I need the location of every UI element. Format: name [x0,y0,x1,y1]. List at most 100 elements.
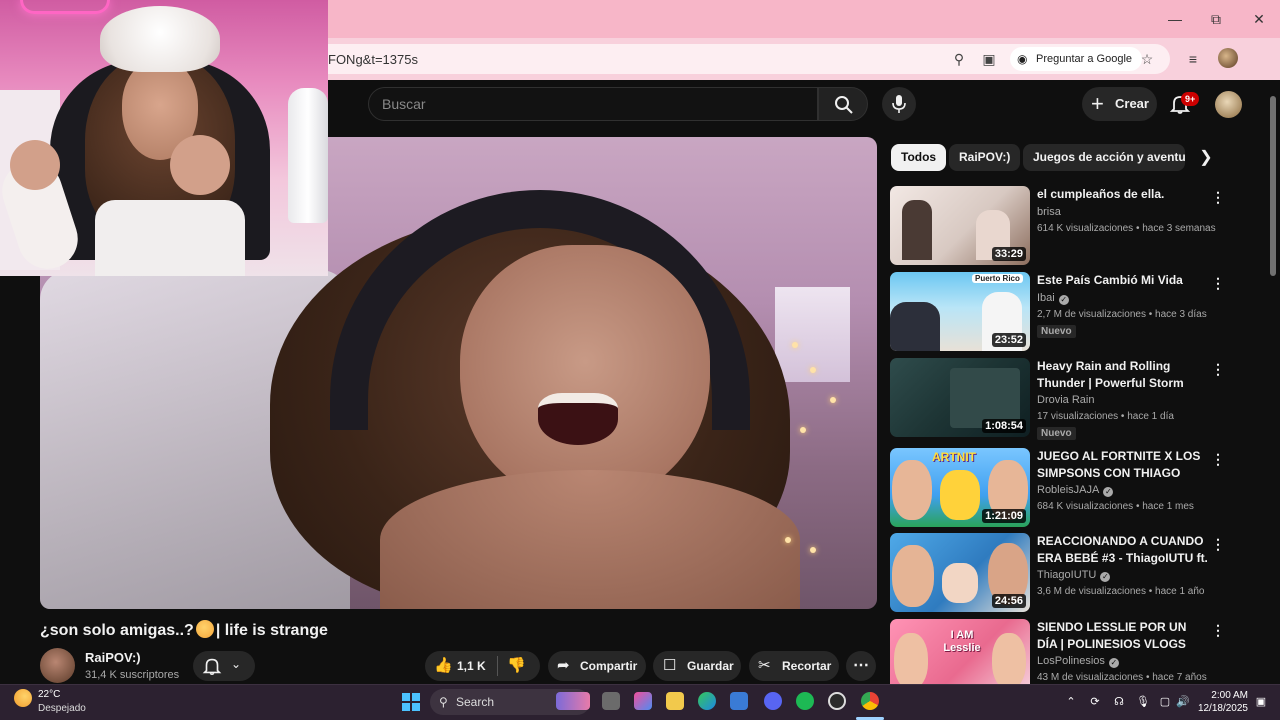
facecam-neon-light [20,0,110,14]
create-button[interactable]: + Crear [1082,87,1157,121]
scissors-icon: ✂ [758,657,771,674]
video-thumbnail[interactable]: 24:56 [890,533,1030,612]
channel-name[interactable]: RaiPOV:) [85,650,141,665]
rec-title[interactable]: REACCIONANDO A CUANDO ERA BEBÉ #3 - Thia… [1037,533,1209,567]
url-text[interactable]: FONg&t=1375s [328,52,418,67]
account-avatar[interactable] [1215,91,1242,118]
rec-channel[interactable]: brisa [1037,206,1061,218]
chip-channel[interactable]: RaiPOV:) [949,144,1021,171]
chip-all[interactable]: Todos [891,144,947,171]
minimize-icon[interactable]: — [1165,9,1185,29]
zoom-icon[interactable]: ⚲ [950,50,968,68]
search-icon [835,96,853,114]
page-scrollbar[interactable] [1268,86,1278,684]
headset-icon[interactable]: ☊ [1112,695,1126,709]
like-icon: 👍 [434,657,453,674]
dislike-icon[interactable]: 👎 [507,651,526,681]
like-button[interactable]: 👍 1,1 K 👎 [425,651,540,681]
video-thumbnail[interactable]: ARTNIT 1:21:09 [890,448,1030,527]
maximize-icon[interactable]: ⧉ [1206,9,1226,29]
spotify-icon[interactable] [796,692,814,710]
kebab-icon[interactable]: ⋮ [1210,360,1226,378]
subscriber-count: 31,4 K suscriptores [85,669,180,681]
list-item[interactable]: I AM Lesslie SIENDO LESSLIE POR UN DÍA |… [890,619,1230,684]
rec-channel[interactable]: Drovia Rain [1037,394,1094,406]
discord-icon[interactable] [764,692,782,710]
rec-channel[interactable]: RobleisJAJA ✓ [1037,484,1114,497]
rec-channel[interactable]: LosPolinesios ✓ [1037,655,1119,668]
notifications-badge: 9+ [1181,92,1200,106]
rec-title[interactable]: JUEGO AL FORTNITE X LOS SIMPSONS CON THI… [1037,448,1209,482]
save-button[interactable]: ☐ Guardar [653,651,741,681]
clock-date[interactable]: 12/18/2025 [1190,703,1248,714]
subscription-bell-button[interactable]: ⌄ [193,651,255,681]
save-label: Guardar [687,659,734,673]
kebab-icon[interactable]: ⋮ [1210,535,1226,553]
copilot-icon[interactable] [634,692,652,710]
mic-tray-icon[interactable]: 🎙 [1136,695,1150,709]
star-icon[interactable]: ☆ [1138,50,1156,68]
video-thumbnail[interactable]: Puerto Rico 23:52 [890,272,1030,351]
kebab-icon[interactable]: ⋮ [1210,274,1226,292]
more-actions-button[interactable]: ⋯ [846,651,876,681]
rec-channel[interactable]: ThiagoIUTU ✓ [1037,569,1111,582]
rec-title[interactable]: SIENDO LESSLIE POR UN DÍA | POLINESIOS V… [1037,619,1209,653]
list-item[interactable]: 24:56 REACCIONANDO A CUANDO ERA BEBÉ #3 … [890,533,1230,615]
chevron-right-icon[interactable]: ❯ [1196,147,1216,169]
video-thumbnail[interactable]: I AM Lesslie [890,619,1030,684]
rec-channel[interactable]: Ibai ✓ [1037,292,1069,305]
channel-avatar[interactable] [40,648,75,683]
weather-icon[interactable] [14,689,32,707]
video-thumbnail[interactable]: 1:08:54 [890,358,1030,437]
share-icon: ➦ [557,657,570,674]
share-button[interactable]: ➦ Compartir [548,651,646,681]
reading-list-icon[interactable]: ≡ [1183,49,1203,69]
duration-badge: 1:21:09 [982,509,1026,523]
chevron-up-icon[interactable]: ⌃ [1064,695,1078,709]
video-thumbnail[interactable]: 33:29 [890,186,1030,265]
verified-icon: ✓ [1058,295,1069,305]
clip-button[interactable]: ✂ Recortar [749,651,839,681]
browser-profile-avatar[interactable] [1218,48,1238,68]
verified-icon: ✓ [1100,572,1111,582]
list-item[interactable]: ARTNIT 1:21:09 JUEGO AL FORTNITE X LOS S… [890,448,1230,530]
task-view-icon[interactable] [602,692,620,710]
duration-badge: 23:52 [991,333,1026,347]
chip-action-adventure[interactable]: Juegos de acción y aventura [1023,144,1185,171]
rec-title[interactable]: Este País Cambió Mi Vida [1037,272,1209,289]
widgets-icon[interactable] [556,692,590,710]
kebab-icon[interactable]: ⋮ [1210,188,1226,206]
duration-badge: 24:56 [991,594,1026,608]
weather-description[interactable]: Despejado [38,703,86,714]
close-icon[interactable]: ✕ [1249,9,1269,29]
clip-label: Recortar [782,659,832,673]
video-title-text-1: ¿son solo amigas..? [40,622,194,639]
obs-icon[interactable] [828,692,846,710]
search-button[interactable] [818,87,868,121]
search-input[interactable] [368,87,818,121]
windows-start-icon[interactable] [402,693,420,711]
rec-meta: 3,6 M de visualizaciones • hace 1 año [1037,586,1205,597]
sync-icon[interactable]: ⟳ [1088,695,1102,709]
scrollbar-thumb[interactable] [1270,96,1276,276]
ask-google-button[interactable]: ◉ Preguntar a Google [1010,47,1143,71]
rec-title[interactable]: el cumpleaños de ella. [1037,186,1209,203]
rec-title[interactable]: Heavy Rain and Rolling Thunder | Powerfu… [1037,358,1209,392]
edge-icon[interactable] [698,692,716,710]
clock-time[interactable]: 2:00 AM [1196,690,1248,701]
file-explorer-icon[interactable] [666,692,684,710]
list-item[interactable]: 1:08:54 Heavy Rain and Rolling Thunder |… [890,358,1230,440]
chrome-icon[interactable] [861,692,879,710]
install-icon[interactable]: ▣ [980,50,998,68]
facecam-fur-hat [100,6,220,72]
weather-temperature[interactable]: 22°C [38,689,60,700]
list-item[interactable]: Puerto Rico 23:52 Este País Cambió Mi Vi… [890,272,1230,354]
list-item[interactable]: 33:29 el cumpleaños de ella. brisa 614 K… [890,186,1230,268]
notification-center-icon[interactable]: ▣ [1254,695,1268,709]
store-icon[interactable] [730,692,748,710]
voice-search-button[interactable] [882,87,916,121]
network-icon[interactable]: ▢ [1158,695,1172,709]
kebab-icon[interactable]: ⋮ [1210,621,1226,639]
volume-icon[interactable]: 🔊 [1176,695,1190,709]
kebab-icon[interactable]: ⋮ [1210,450,1226,468]
